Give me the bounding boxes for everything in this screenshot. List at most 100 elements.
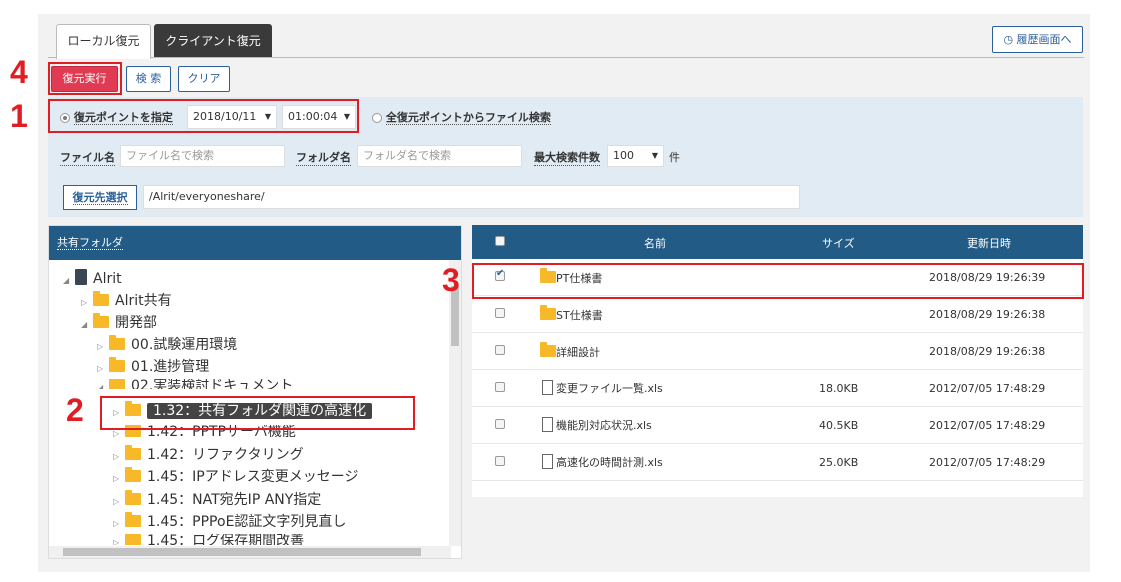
file-row[interactable]: 変更ファイル一覧.xls 18.0KB 2012/07/05 17:48:29 — [472, 370, 1083, 407]
file-name-label: 詳細設計 — [556, 346, 600, 359]
file-size: 40.5KB — [819, 419, 859, 432]
column-size: サイズ — [822, 237, 855, 250]
expanded-icon[interactable]: ◢ — [81, 315, 93, 335]
restore-destination-button[interactable]: 復元先選択 — [63, 185, 137, 210]
tree-item-label: 1.45：NAT宛先IP ANY指定 — [147, 492, 322, 508]
foldername-label: フォルダ名 — [296, 151, 351, 166]
tree-item-label: 1.42：リファクタリング — [147, 447, 304, 463]
chevron-down-icon: ▼ — [651, 151, 658, 160]
annotation-box-3 — [472, 263, 1084, 299]
folder-icon — [93, 313, 109, 328]
tree-item-145-ip[interactable]: ▷ 1.45：IPアドレス変更メッセージ — [113, 467, 358, 487]
folder-icon — [125, 534, 141, 545]
file-size: 18.0KB — [819, 382, 859, 395]
clock-icon: ◷ — [1003, 33, 1014, 46]
all-points-radio-group[interactable]: 全復元ポイントからファイル検索 — [372, 109, 551, 125]
file-name: ST仕様書 — [540, 305, 603, 323]
file-row[interactable]: 機能別対応状況.xls 40.5KB 2012/07/05 17:48:29 — [472, 407, 1083, 444]
file-icon — [542, 454, 553, 469]
max-results-select[interactable]: 100 ▼ — [607, 145, 664, 167]
scrollbar-thumb[interactable] — [63, 548, 421, 556]
file-name: 高速化の時間計測.xls — [542, 454, 663, 470]
max-results-label: 最大検索件数 — [534, 151, 600, 166]
tree-item-145-pppoe[interactable]: ▷ 1.45：PPPoE認証文字列見直し — [113, 512, 346, 532]
select-all-checkbox[interactable] — [495, 236, 505, 246]
tree-header-label: 共有フォルダ — [57, 236, 123, 250]
tree-item-00[interactable]: ▷ 00.試験運用環境 — [97, 335, 237, 355]
foldername-input[interactable]: フォルダ名で検索 — [357, 145, 522, 167]
file-name-label: ST仕様書 — [556, 309, 603, 322]
tree-item-01[interactable]: ▷ 01.進捗管理 — [97, 357, 209, 377]
tree-item-label: 開発部 — [115, 315, 157, 331]
tree-item-label: 01.進捗管理 — [131, 359, 210, 375]
tree-item-alrit-shared[interactable]: ▷ Alrit共有 — [81, 291, 172, 311]
file-name-label: 高速化の時間計測.xls — [556, 456, 663, 469]
annotation-box-2 — [100, 396, 415, 430]
history-button[interactable]: ◷ 履歴画面へ — [992, 26, 1083, 53]
tree-item-label: Alrit — [93, 271, 122, 287]
expanded-icon[interactable]: ◢ — [63, 271, 75, 291]
annotation-number-1: 1 — [10, 98, 28, 134]
folder-icon — [540, 305, 556, 320]
tree-item-label: Alrit共有 — [115, 293, 172, 309]
annotation-number-2: 2 — [66, 392, 84, 428]
file-row[interactable]: 詳細設計 2018/08/29 19:26:38 — [472, 333, 1083, 370]
file-name-label: 変更ファイル一覧.xls — [556, 382, 663, 395]
tab-divider — [48, 57, 1084, 58]
collapsed-icon[interactable]: ▷ — [97, 359, 109, 379]
row-checkbox[interactable] — [495, 419, 505, 429]
annotation-box-1 — [48, 99, 359, 133]
collapsed-icon[interactable]: ▷ — [113, 469, 125, 489]
expanded-icon[interactable]: ◢ — [97, 381, 109, 389]
file-row[interactable]: 高速化の時間計測.xls 25.0KB 2012/07/05 17:48:29 — [472, 444, 1083, 481]
annotation-number-4: 4 — [10, 54, 28, 90]
tree-item-142-refactor[interactable]: ▷ 1.42：リファクタリング — [113, 445, 304, 465]
filename-input[interactable]: ファイル名で検索 — [120, 145, 285, 167]
collapsed-icon[interactable]: ▷ — [113, 514, 125, 534]
file-date: 2012/07/05 17:48:29 — [929, 419, 1046, 432]
tree-item-alrit[interactable]: ◢ Alrit — [63, 269, 122, 289]
max-results-value: 100 — [613, 149, 634, 162]
collapsed-icon[interactable]: ▷ — [113, 430, 125, 438]
folder-icon — [125, 490, 141, 505]
clear-button[interactable]: クリア — [178, 66, 230, 92]
tree-item-label: 00.試験運用環境 — [131, 337, 238, 353]
file-date: 2018/08/29 19:26:38 — [929, 345, 1046, 358]
column-name: 名前 — [644, 237, 666, 250]
restore-destination-label: 復元先選択 — [72, 191, 128, 205]
tree-item-label: 1.45：PPPoE認証文字列見直し — [147, 514, 347, 530]
tree-horizontal-scrollbar[interactable] — [49, 546, 451, 558]
tree-header: 共有フォルダ — [49, 226, 461, 260]
file-icon — [542, 417, 553, 432]
row-checkbox[interactable] — [495, 382, 505, 392]
restore-destination-path[interactable]: /Alrit/everyoneshare/ — [143, 185, 800, 209]
file-list-header: 名前 サイズ 更新日時 — [472, 225, 1083, 259]
row-checkbox[interactable] — [495, 308, 505, 318]
server-icon — [75, 269, 87, 285]
folder-icon — [109, 379, 125, 389]
search-button[interactable]: 検 索 — [126, 66, 171, 92]
collapsed-icon[interactable]: ▷ — [113, 447, 125, 467]
folder-icon — [125, 445, 141, 460]
tab-client-restore[interactable]: クライアント復元 — [154, 24, 272, 58]
file-row[interactable]: ST仕様書 2018/08/29 19:26:38 — [472, 296, 1083, 333]
tree-item-145-log[interactable]: ▷ 1.45：ログ保存期間改善 — [113, 534, 304, 545]
folder-icon — [93, 291, 109, 306]
folder-icon — [109, 357, 125, 372]
row-checkbox[interactable] — [495, 456, 505, 466]
tab-local-restore[interactable]: ローカル復元 — [56, 24, 151, 59]
collapsed-icon[interactable]: ▷ — [81, 293, 93, 313]
tree-vertical-scrollbar[interactable] — [449, 260, 461, 546]
all-points-radio[interactable] — [372, 112, 382, 123]
history-button-label: 履歴画面へ — [1016, 33, 1072, 46]
collapsed-icon[interactable]: ▷ — [113, 536, 125, 545]
filename-label: ファイル名 — [60, 151, 115, 166]
folder-icon — [109, 335, 125, 350]
tree-item-label: 1.45：ログ保存期間改善 — [147, 534, 305, 545]
collapsed-icon[interactable]: ▷ — [97, 337, 109, 357]
row-checkbox[interactable] — [495, 345, 505, 355]
tree-item-145-nat[interactable]: ▷ 1.45：NAT宛先IP ANY指定 — [113, 490, 321, 510]
tree-item-02[interactable]: ◢ 02.実装検討ドキュメント — [97, 379, 293, 389]
tree-item-dev[interactable]: ◢ 開発部 — [81, 313, 157, 333]
collapsed-icon[interactable]: ▷ — [113, 492, 125, 512]
